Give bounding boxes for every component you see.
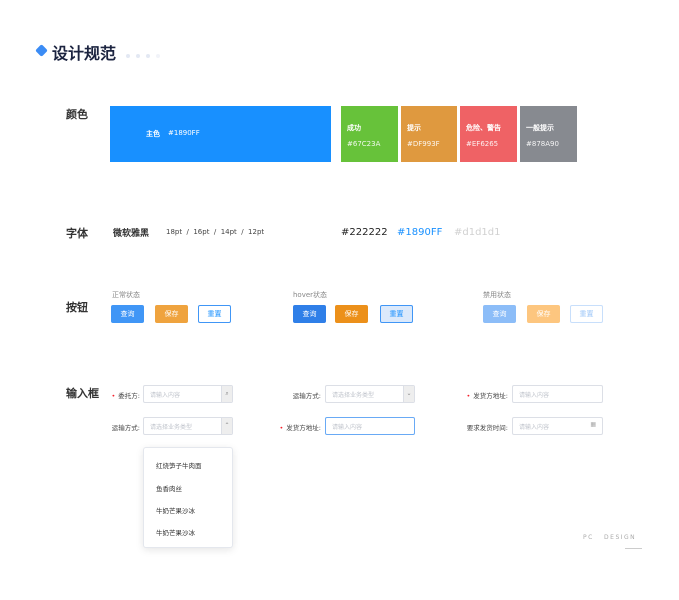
font-color-dark: #222222 bbox=[341, 227, 388, 238]
dropdown-option[interactable]: 红烧笋子牛肉面 bbox=[156, 460, 202, 470]
font-sizes: 18pt / 16pt / 14pt / 12pt bbox=[166, 228, 265, 236]
swatch-label: 主色 bbox=[146, 130, 160, 138]
sender-address-input-focused[interactable]: 请输入内容 bbox=[325, 417, 415, 435]
swatch-hex: #878A90 bbox=[526, 140, 559, 148]
transport-select[interactable]: 请选择业务类型 ⌄ bbox=[325, 385, 415, 403]
reset-button-disabled: 重置 bbox=[570, 305, 603, 323]
swatch-info: 提示 #DF993F bbox=[401, 106, 457, 162]
consignor-label: • 委托方: bbox=[111, 392, 140, 400]
chevron-down-icon[interactable]: ⌄ bbox=[403, 386, 414, 402]
dot-decoration bbox=[146, 54, 150, 58]
sender-address-input[interactable]: 请输入内容 bbox=[512, 385, 603, 403]
section-color-label: 颜色 bbox=[66, 108, 88, 121]
font-color-light: #d1d1d1 bbox=[454, 227, 501, 238]
transport-select-open[interactable]: 请选择业务类型 ⌃ bbox=[143, 417, 233, 435]
dropdown-menu: 红烧笋子牛肉面 鱼香肉丝 牛奶芒果沙冰 牛奶芒果沙冰 bbox=[143, 447, 233, 548]
ship-time-label: 要求发货时间: bbox=[466, 424, 508, 432]
dot-decoration bbox=[136, 54, 140, 58]
sender-address-label: • 发货方地址: bbox=[279, 424, 321, 432]
transport-label: 运输方式: bbox=[292, 392, 321, 400]
swatch-success: 成功 #67C23A bbox=[341, 106, 398, 162]
dropdown-option[interactable]: 牛奶芒果沙冰 bbox=[156, 527, 195, 537]
sender-address-label: • 发货方地址: bbox=[466, 392, 508, 400]
font-name: 微软雅黑 bbox=[113, 229, 150, 239]
save-button-disabled: 保存 bbox=[527, 305, 560, 323]
swatch-danger: 危险、警告 #EF6265 bbox=[460, 106, 517, 162]
dot-decoration bbox=[156, 54, 160, 58]
ship-time-input[interactable]: 请输入内容 ▦ bbox=[512, 417, 603, 435]
swatch-hex: #67C23A bbox=[347, 140, 381, 148]
transport-label: 运输方式: bbox=[111, 424, 140, 432]
state-disabled-label: 禁用状态 bbox=[483, 291, 511, 299]
save-button[interactable]: 保存 bbox=[155, 305, 188, 323]
dropdown-option[interactable]: 鱼香肉丝 bbox=[156, 483, 182, 493]
swatch-primary: 主色 #1890FF bbox=[110, 106, 331, 162]
query-button-hover[interactable]: 查询 bbox=[293, 305, 326, 323]
consignor-input[interactable]: 请输入内容 ⌕ bbox=[143, 385, 233, 403]
swatch-label: 提示 bbox=[407, 124, 421, 132]
font-color-primary: #1890FF bbox=[397, 227, 443, 238]
reset-button-hover[interactable]: 重置 bbox=[380, 305, 413, 323]
state-hover-label: hover状态 bbox=[293, 291, 328, 299]
footer-underline bbox=[625, 548, 642, 549]
section-font-label: 字体 bbox=[66, 227, 88, 240]
query-button-disabled: 查询 bbox=[483, 305, 516, 323]
page-title: 设计规范 bbox=[52, 44, 117, 63]
save-button-hover[interactable]: 保存 bbox=[335, 305, 368, 323]
diamond-icon bbox=[35, 44, 48, 57]
reset-button[interactable]: 重置 bbox=[198, 305, 231, 323]
swatch-hex: #DF993F bbox=[407, 140, 440, 148]
swatch-hex: #EF6265 bbox=[466, 140, 499, 148]
calendar-icon[interactable]: ▦ bbox=[590, 421, 596, 428]
dot-decoration bbox=[126, 54, 130, 58]
query-button[interactable]: 查询 bbox=[111, 305, 144, 323]
swatch-label: 一般提示 bbox=[526, 124, 554, 132]
swatch-hex: #1890FF bbox=[168, 129, 200, 137]
swatch-label: 危险、警告 bbox=[466, 124, 501, 132]
section-button-label: 按钮 bbox=[66, 301, 88, 314]
state-normal-label: 正常状态 bbox=[112, 291, 140, 299]
swatch-label: 成功 bbox=[347, 124, 361, 132]
swatch-neutral: 一般提示 #878A90 bbox=[520, 106, 577, 162]
dropdown-option[interactable]: 牛奶芒果沙冰 bbox=[156, 505, 195, 515]
footer-label: PC DESIGN bbox=[583, 534, 637, 541]
